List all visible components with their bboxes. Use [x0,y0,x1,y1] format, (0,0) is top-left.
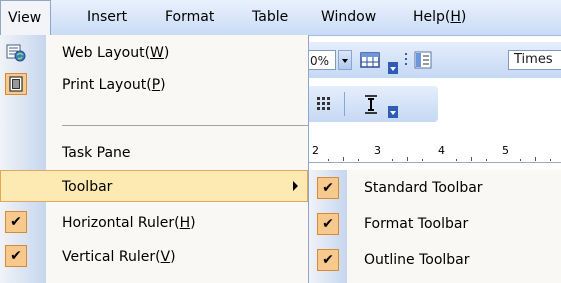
accelerator-key: V [160,249,171,265]
checkmark-icon: ✔ [5,245,27,267]
ruler-tick [343,157,344,161]
menu-item-task-pane[interactable]: Task Pane [0,137,308,169]
submenu-item-label: Outline Toolbar [364,252,470,268]
menu-help[interactable]: Help(H) [413,0,466,35]
menu-item-label: Horizontal Ruler(H) [62,207,196,239]
ruler-tick [422,159,423,161]
menu-item-print-layout[interactable]: Print Layout(P) [0,69,308,101]
accelerator-key: H [179,215,191,231]
submenu-item-label: Format Toolbar [364,216,469,232]
grip-handle-icon[interactable] [404,52,408,68]
submenu-item-label: Standard Toolbar [364,180,483,196]
view-menu: Web Layout(W) Print Layout(P) Task Pane … [0,35,309,283]
web-layout-icon [6,44,26,62]
ruler-number: 4 [438,144,445,157]
ruler-tick [328,159,329,161]
ruler-tick [486,159,487,161]
horizontal-ruler: 2 3 4 5 [308,142,561,163]
checkmark-icon: ✔ [317,213,339,235]
menu-item-label: Toolbar [62,179,113,195]
ruler-number: 3 [374,144,381,157]
menu-format[interactable]: Format [165,0,214,35]
menu-bar: View Insert Format Table Window Help(H) [0,0,561,36]
label-text: Vertical Ruler( [62,249,161,265]
submenu-item-format-toolbar[interactable]: ✔ Format Toolbar [309,208,561,240]
ruler-tick [471,157,472,161]
ruler-tick [392,159,393,161]
checkmark-icon: ✔ [317,249,339,271]
ruler-tick [358,159,359,161]
accelerator-key: W [150,45,164,61]
menu-item-label: Print Layout(P) [62,69,166,101]
label-text: ) [163,45,170,61]
ruler-tick [550,159,551,161]
font-name-input[interactable]: Times [508,50,561,70]
table-icon[interactable] [360,52,380,68]
menu-item-horizontal-ruler[interactable]: ✔ Horizontal Ruler(H) [0,207,308,239]
ruler-tick [520,159,521,161]
menu-item-label: Vertical Ruler(V) [62,241,176,273]
toolbar-options-icon[interactable] [388,62,398,74]
menu-table[interactable]: Table [252,0,288,35]
menu-item-label: Task Pane [62,145,131,161]
menu-insert[interactable]: Insert [87,0,127,35]
toolbar-divider [344,92,345,116]
print-layout-icon [9,76,23,92]
checkmark-icon: ✔ [5,211,27,233]
menu-window[interactable]: Window [321,0,376,35]
label-text: ) [160,77,166,93]
menu-item-web-layout[interactable]: Web Layout(W) [0,37,308,69]
label-text: ) [190,215,196,231]
ruler-tick [535,157,536,161]
menu-item-vertical-ruler[interactable]: ✔ Vertical Ruler(V) [0,241,308,273]
menu-item-label: Web Layout(W) [62,37,169,69]
checkmark-icon: ✔ [317,177,339,199]
menu-help-label: Help( [413,9,451,25]
underline-overline-icon[interactable] [364,94,378,114]
menu-separator [62,125,308,126]
submenu-arrow-icon [293,181,298,191]
document-map-icon[interactable] [414,51,432,69]
ruler-number: 5 [502,144,509,157]
chevron-down-icon [342,59,348,63]
ruler-number: 2 [312,144,319,157]
menu-help-accel: H [450,9,461,25]
toolbar-options-icon[interactable] [388,106,398,118]
label-text: Web Layout( [62,45,151,61]
standard-toolbar-strip: 0% Times [308,42,561,78]
selected-frame [5,73,27,95]
zoom-input[interactable]: 0% [308,50,336,70]
ruler-tick [407,157,408,161]
label-text: ) [170,249,176,265]
grid-icon[interactable] [316,96,332,112]
accelerator-key: P [151,77,161,93]
zoom-dropdown-button[interactable] [338,50,352,70]
label-text: Horizontal Ruler( [62,215,180,231]
submenu-item-standard-toolbar[interactable]: ✔ Standard Toolbar [309,172,561,204]
menu-item-toolbar[interactable]: Toolbar [0,170,308,202]
submenu-item-outline-toolbar[interactable]: ✔ Outline Toolbar [309,244,561,276]
ruler-tick [456,159,457,161]
menu-help-close: ) [460,9,467,25]
format-toolbar-strip [308,86,438,122]
label-text: Print Layout( [62,77,152,93]
menu-view[interactable]: View [0,0,51,35]
toolbar-submenu: ✔ Standard Toolbar ✔ Format Toolbar ✔ Ou… [308,170,561,283]
